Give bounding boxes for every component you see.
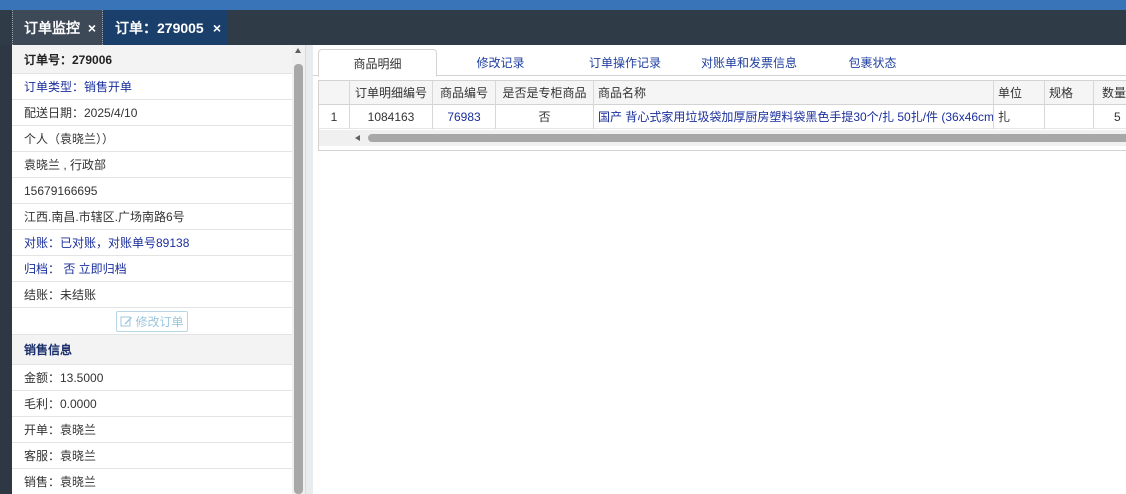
table-row[interactable]: 1 1084163 76983 否 国产 背心式家用垃圾袋加厚厨房塑料袋黑色手提… — [319, 105, 1126, 129]
row-unit: 扎 — [994, 105, 1045, 129]
detail-panel: 商品明细 修改记录 订单操作记录 对账单和发票信息 包裹状态 订单明细编号 商品… — [313, 45, 1126, 494]
close-icon[interactable]: × — [88, 20, 96, 36]
row-index: 1 — [319, 105, 350, 129]
grid-horizontal-scrollbar[interactable] — [319, 130, 1126, 146]
archive-status[interactable]: 归档： 否 立即归档 — [12, 256, 292, 282]
panel-splitter[interactable] — [305, 45, 313, 494]
header-detail-id: 订单明细编号 — [350, 81, 433, 105]
tab-edit-history[interactable]: 修改记录 — [453, 49, 548, 76]
header-index — [319, 81, 350, 105]
row-quantity: 5 — [1114, 110, 1121, 124]
header-quantity: 数量 — [1102, 86, 1126, 100]
row-counter: 否 — [496, 105, 594, 129]
header-unit: 单位 — [994, 81, 1045, 105]
product-grid: 订单明细编号 商品编号 是否是专柜商品 商品名称 单位 规格 数量 1 1084… — [318, 80, 1126, 151]
grid-header: 订单明细编号 商品编号 是否是专柜商品 商品名称 单位 规格 数量 — [319, 81, 1126, 105]
amount: 金额：13.5000 — [12, 365, 292, 391]
scroll-thumb[interactable] — [294, 64, 303, 494]
row-product-name-link[interactable]: 国产 背心式家用垃圾袋加厚厨房塑料袋黑色手提30个/扎 50扎/件 (36x46… — [594, 105, 994, 129]
scroll-left-icon[interactable] — [355, 135, 360, 141]
customer-service: 客服：袁晓兰 — [12, 443, 292, 469]
detail-tabs: 商品明细 修改记录 订单操作记录 对账单和发票信息 包裹状态 — [313, 45, 1126, 77]
tab-label: 订单：279005 — [115, 19, 204, 36]
header-product-id: 商品编号 — [433, 81, 496, 105]
phone-number: 15679166695 — [12, 178, 292, 204]
left-nav-strip — [0, 45, 12, 494]
tab-statement-invoice[interactable]: 对账单和发票信息 — [689, 49, 809, 76]
order-type: 订单类型：销售开单 — [12, 74, 292, 100]
customer-name: 个人（袁晓兰）） — [12, 126, 292, 152]
tab-package-status[interactable]: 包裹状态 — [825, 49, 920, 76]
close-icon[interactable]: × — [213, 20, 221, 36]
delivery-date: 配送日期：2025/4/10 — [12, 100, 292, 126]
settle-status: 结账：未结账 — [12, 282, 292, 308]
sales-section-title: 销售信息 — [12, 335, 292, 365]
tab-order-monitor[interactable]: 订单监控 × — [12, 10, 103, 45]
header-product-name: 商品名称 — [594, 81, 994, 105]
scroll-up-icon[interactable] — [295, 48, 301, 53]
order-number: 订单号：279006 — [12, 45, 292, 74]
tab-product-details[interactable]: 商品明细 — [318, 49, 437, 77]
header-counter: 是否是专柜商品 — [496, 81, 594, 105]
tab-label: 订单监控 — [24, 19, 80, 36]
edit-icon — [120, 316, 133, 326]
contact-person: 袁晓兰 , 行政部 — [12, 152, 292, 178]
edit-order-button[interactable]: 修改订单 — [116, 310, 188, 332]
row-detail-id: 1084163 — [350, 105, 433, 129]
page-tab-bar: 订单监控 × 订单：279005 × — [0, 10, 1126, 45]
tab-operation-log[interactable]: 订单操作记录 — [565, 49, 685, 76]
order-info-panel: 订单号：279006 订单类型：销售开单 配送日期：2025/4/10 个人（袁… — [12, 45, 292, 494]
scroll-thumb[interactable] — [368, 134, 1126, 142]
opener: 开单：袁晓兰 — [12, 417, 292, 443]
reconcile-status[interactable]: 对账：已对账，对账单号89138 — [12, 230, 292, 256]
row-spec — [1045, 105, 1094, 129]
tab-order-detail[interactable]: 订单：279005 × — [104, 10, 227, 45]
top-accent-bar — [0, 0, 1126, 10]
edit-row: 修改订单 — [12, 308, 292, 335]
address: 江西.南昌.市辖区.广场南路6号 — [12, 204, 292, 230]
left-panel-scrollbar[interactable] — [292, 45, 305, 494]
salesperson: 销售：袁晓兰 — [12, 469, 292, 494]
row-product-id-link[interactable]: 76983 — [433, 105, 496, 129]
header-spec: 规格 — [1045, 81, 1094, 105]
edit-order-label: 修改订单 — [135, 314, 184, 329]
gross-profit: 毛利：0.0000 — [12, 391, 292, 417]
